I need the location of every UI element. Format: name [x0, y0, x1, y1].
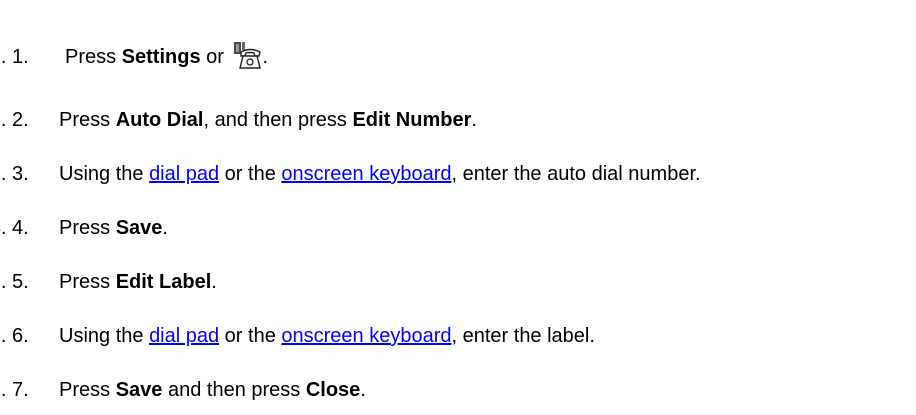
onscreen-keyboard-link[interactable]: onscreen keyboard — [281, 163, 451, 185]
onscreen-keyboard-link[interactable]: onscreen keyboard — [281, 325, 451, 347]
step-number: 7. — [12, 379, 29, 401]
step-2: 2. Press Auto Dial, and then press Edit N… — [12, 106, 477, 134]
edit-label-label: Edit Label — [115, 271, 212, 293]
step-6: 6. Using the dial pad or the onscreen key… — [12, 322, 595, 350]
step-number: 1. — [12, 46, 29, 68]
step-1: 1. Press Settings or . — [12, 41, 268, 69]
step-number: 6. — [12, 325, 29, 347]
step-text: , enter the label. — [451, 325, 595, 347]
step-7: 7. Press Save and then press Close. — [12, 376, 366, 404]
phone-settings-icon — [233, 41, 263, 71]
step-text: Press — [59, 379, 116, 401]
step-number: 5. — [12, 271, 29, 293]
step-text: or the — [219, 325, 282, 347]
step-text: or the — [219, 163, 282, 185]
step-text: , and then press — [203, 109, 353, 131]
instruction-steps: 1. Press Settings or . 2. Press Auto Dial,… — [0, 20, 916, 415]
step-text: Using the — [59, 325, 150, 347]
step-text: . — [360, 379, 366, 401]
step-text: Using the — [59, 163, 150, 185]
close-label: Close — [305, 379, 361, 401]
step-text: , enter the auto dial number. — [451, 163, 701, 185]
step-5: 5. Press Edit Label. — [12, 268, 217, 296]
dial-pad-link[interactable]: dial pad — [149, 325, 219, 347]
step-text: . — [162, 217, 168, 239]
save-label: Save — [115, 217, 163, 239]
settings-button-label: Settings — [121, 46, 201, 68]
step-text: Press — [59, 217, 116, 239]
step-3: 3. Using the dial pad or the onscreen key… — [12, 160, 701, 188]
step-text: . — [211, 271, 217, 293]
step-text: Press — [59, 109, 116, 131]
auto-dial-label: Auto Dial — [115, 109, 204, 131]
save-label: Save — [115, 379, 163, 401]
step-number: 3. — [12, 163, 29, 185]
dial-pad-link[interactable]: dial pad — [149, 163, 219, 185]
edit-number-label: Edit Number — [352, 109, 472, 131]
step-text: or — [200, 46, 230, 68]
step-4: 4. Press Save. — [12, 214, 168, 242]
step-text: . — [471, 109, 477, 131]
step-number: 4. — [12, 217, 29, 239]
step-text: and then press — [162, 379, 306, 401]
step-number: 2. — [12, 109, 29, 131]
step-text: . — [262, 46, 269, 68]
step-text: Press — [65, 46, 122, 68]
step-text: Press — [59, 271, 116, 293]
